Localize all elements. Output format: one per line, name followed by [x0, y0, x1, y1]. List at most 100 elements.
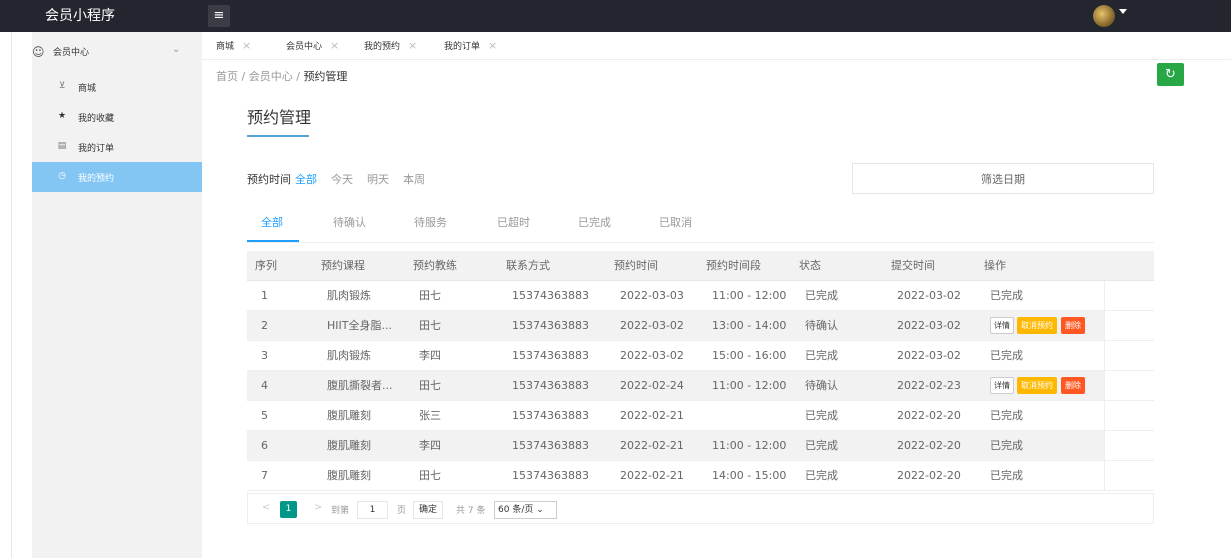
tab-label: 商城 — [216, 42, 235, 52]
top-bar: 会员小程序 ≡ — [0, 0, 1231, 32]
date-filter-input[interactable]: 筛选日期 — [852, 163, 1154, 194]
cell-no: 3 — [247, 340, 313, 371]
cell-coach: 田七 — [405, 460, 498, 491]
page-unit: 页 — [397, 506, 407, 516]
col-header: 联系方式 — [498, 251, 606, 281]
col-header: 预约课程 — [313, 251, 405, 281]
table-row: 2 HIIT全身脂... 田七 15374363883 2022-03-02 13:00 … — [247, 310, 1154, 341]
pagination: < 1 > 到第 1 页 确定 共 7 条 60 条/页 ⌄ — [247, 493, 1154, 524]
refresh-button[interactable]: ↻ — [1157, 63, 1184, 86]
chevron-down-icon: ⌄ — [172, 44, 181, 55]
cell-date: 2022-02-21 — [606, 460, 698, 491]
appointments-table: 序列 预约课程 预约教练 联系方式 预约时间 预约时间段 状态 提交时间 操作 … — [247, 251, 1154, 491]
cell-submitted: 2022-02-23 — [883, 370, 976, 401]
page-input[interactable]: 1 — [357, 501, 388, 519]
sidebar-item-label: 我的订单 — [78, 144, 115, 154]
cell-phone: 15374363883 — [498, 400, 606, 431]
tab-orders[interactable]: 我的订单 × — [444, 32, 497, 60]
close-icon[interactable]: × — [242, 39, 251, 52]
status-tab-cancelled[interactable]: 已取消 — [659, 214, 692, 230]
status-tab-pending[interactable]: 待确认 — [333, 214, 366, 230]
cell-date: 2022-02-21 — [606, 400, 698, 431]
filter-today[interactable]: 今天 — [331, 171, 353, 187]
col-header: 预约时间 — [606, 251, 698, 281]
sidebar-item-label: 我的收藏 — [78, 114, 115, 124]
status-tab-completed[interactable]: 已完成 — [578, 214, 611, 230]
cell-submitted: 2022-03-02 — [883, 310, 976, 341]
cell-spacer — [1103, 370, 1154, 401]
date-filter: 预约时间 全部 今天 明天 本周 — [247, 171, 425, 187]
filter-this-week[interactable]: 本周 — [403, 171, 425, 187]
cell-actions: 已完成 — [976, 460, 1104, 491]
close-icon[interactable]: × — [408, 39, 417, 52]
cell-slot: 13:00 - 14:00 — [698, 310, 791, 341]
close-icon[interactable]: × — [488, 39, 497, 52]
confirm-button[interactable]: 确定 — [413, 501, 444, 519]
goto-label: 到第 — [331, 506, 350, 516]
tab-appointments[interactable]: 我的预约 × — [364, 32, 417, 60]
caret-down-icon[interactable] — [1119, 9, 1127, 14]
cell-date: 2022-02-24 — [606, 370, 698, 401]
cell-status: 已完成 — [791, 280, 883, 311]
breadcrumb-sep: / — [296, 70, 300, 83]
delete-button[interactable]: 删除 — [1061, 376, 1085, 394]
menu-toggle-icon[interactable]: ≡ — [208, 5, 230, 27]
sidebar-item-orders[interactable]: ▤ 我的订单 — [32, 132, 202, 162]
cell-status: 已完成 — [791, 430, 883, 461]
detail-button[interactable]: 详情 — [990, 316, 1014, 334]
cell-date: 2022-03-02 — [606, 340, 698, 371]
cell-coach: 田七 — [405, 370, 498, 401]
cancel-appointment-button[interactable]: 取消预约 — [1017, 376, 1057, 394]
breadcrumb-sep: / — [241, 70, 246, 83]
breadcrumb-home[interactable]: 首页 — [216, 70, 238, 83]
table-row: 1 肌肉锻炼 田七 15374363883 2022-03-03 11:00 - 12:0… — [247, 280, 1154, 311]
cell-course: 腹肌撕裂者... — [313, 370, 405, 401]
cell-course: 腹肌雕刻 — [313, 400, 405, 431]
delete-button[interactable]: 删除 — [1061, 316, 1085, 334]
status-tab-all[interactable]: 全部 — [261, 214, 283, 230]
cell-status: 待确认 — [791, 310, 883, 341]
total-count: 共 7 条 — [456, 506, 486, 516]
tab-label: 会员中心 — [286, 42, 323, 52]
col-header: 预约教练 — [405, 251, 498, 281]
next-page-icon[interactable]: > — [314, 502, 322, 513]
cell-phone: 15374363883 — [498, 280, 606, 311]
cell-slot: 14:00 - 15:00 — [698, 460, 791, 491]
cell-phone: 15374363883 — [498, 370, 606, 401]
breadcrumb: 首页 / 会员中心 / 预约管理 — [216, 68, 347, 84]
breadcrumb-member-center[interactable]: 会员中心 — [249, 70, 293, 83]
cell-spacer — [1103, 340, 1154, 371]
sidebar: ☺ 会员中心 ⌄ ⊻ 商城 ★ 我的收藏 ▤ 我的订单 ◷ 我的预约 — [32, 32, 202, 558]
cell-no: 7 — [247, 460, 313, 491]
cell-status: 已完成 — [791, 400, 883, 431]
cell-actions: 已完成 — [976, 400, 1104, 431]
table-row: 3 肌肉锻炼 李四 15374363883 2022-03-02 15:00 - 16:0… — [247, 340, 1154, 371]
cell-coach: 李四 — [405, 430, 498, 461]
current-page[interactable]: 1 — [280, 501, 297, 518]
col-header: 预约时间段 — [698, 251, 791, 281]
sidebar-group-member[interactable]: ☺ 会员中心 ⌄ — [32, 32, 202, 72]
sidebar-item-label: 我的预约 — [78, 174, 115, 184]
page-size-select[interactable]: 60 条/页 ⌄ — [494, 501, 557, 519]
sidebar-item-shop[interactable]: ⊻ 商城 — [32, 72, 202, 102]
cell-submitted: 2022-02-20 — [883, 430, 976, 461]
prev-page-icon[interactable]: < — [262, 502, 270, 513]
sidebar-item-favorites[interactable]: ★ 我的收藏 — [32, 102, 202, 132]
sidebar-item-appointments[interactable]: ◷ 我的预约 — [32, 162, 202, 192]
cell-actions: 详情 取消预约 删除 — [976, 310, 1104, 341]
tab-member-center[interactable]: 会员中心 × — [286, 32, 339, 60]
status-tab-overdue[interactable]: 已超时 — [497, 214, 530, 230]
cell-submitted: 2022-02-20 — [883, 460, 976, 491]
detail-button[interactable]: 详情 — [990, 376, 1014, 394]
cell-spacer — [1103, 430, 1154, 461]
cell-no: 1 — [247, 280, 313, 311]
filter-all[interactable]: 全部 — [295, 171, 317, 187]
avatar[interactable] — [1093, 5, 1115, 27]
cancel-appointment-button[interactable]: 取消预约 — [1017, 316, 1057, 334]
close-icon[interactable]: × — [330, 39, 339, 52]
status-tab-to-serve[interactable]: 待服务 — [414, 214, 447, 230]
tab-shop[interactable]: 商城 × — [216, 32, 251, 60]
cell-coach: 田七 — [405, 280, 498, 311]
filter-tomorrow[interactable]: 明天 — [367, 171, 389, 187]
cell-no: 6 — [247, 430, 313, 461]
